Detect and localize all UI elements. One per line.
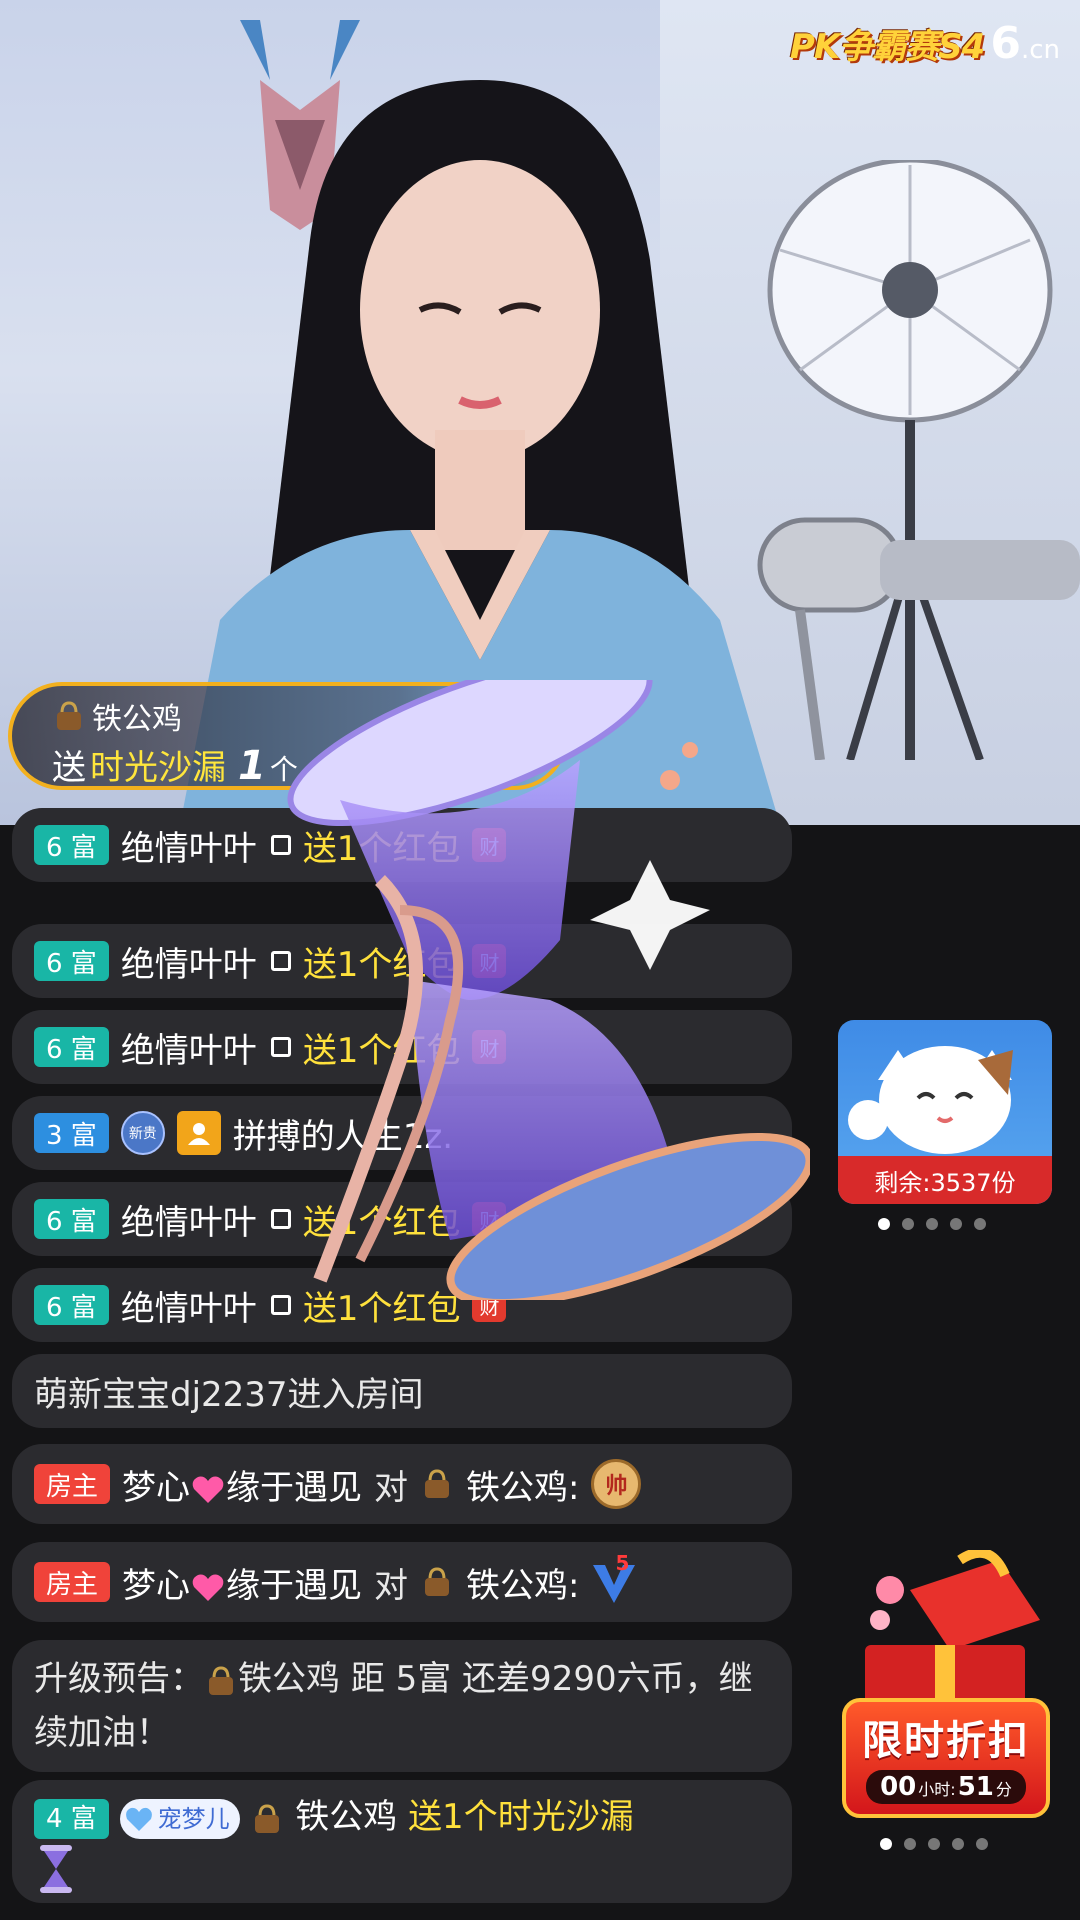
chat-target-user[interactable]: 铁公鸡: xyxy=(466,1558,579,1607)
chat-message: 6 富 绝情叶叶 送1个红包 财 xyxy=(12,1010,792,1084)
rich-level-badge: 6 富 xyxy=(34,1027,109,1067)
square-icon xyxy=(270,1295,291,1315)
bag-icon xyxy=(425,1567,450,1596)
chat-username[interactable]: 绝情叶叶 xyxy=(121,1195,257,1244)
rich-level-badge: 6 富 xyxy=(34,941,109,981)
pager-dot[interactable] xyxy=(902,1218,914,1230)
chat-message: 6 富 绝情叶叶 送1个红包 财 xyxy=(12,1268,792,1342)
chat-text: 送1个红包 xyxy=(302,1030,461,1071)
discount-label: 限时折扣 xyxy=(862,1718,1030,1764)
square-icon xyxy=(270,951,291,971)
bag-icon xyxy=(209,1665,233,1695)
chat-username[interactable]: 绝情叶叶 xyxy=(121,821,257,870)
gift-action: 送 xyxy=(52,748,86,788)
chat-text: 送1个时光沙漏 xyxy=(408,1797,634,1837)
chat-message: 房主 梦心 缘于遇见 对 铁公鸡: 帅 xyxy=(12,1444,792,1524)
chat-username[interactable]: 绝情叶叶 xyxy=(121,937,257,986)
chat-text: 送1个红包 xyxy=(302,1202,461,1243)
host-badge: 房主 xyxy=(34,1562,111,1602)
chat-target-user[interactable]: 铁公鸡: xyxy=(466,1460,579,1509)
upgrade-label: 升级预告： xyxy=(34,1659,204,1699)
lucky-cat-icon xyxy=(848,1046,1013,1154)
gift-notification-banner: 铁公鸡 送 时光沙漏 1 个 xyxy=(8,682,568,790)
v5-emote-icon: 5 xyxy=(591,1551,637,1607)
heart-icon xyxy=(192,1476,224,1503)
hourglass-gift-icon xyxy=(40,1844,72,1893)
gift-sender-name: 铁公鸡 xyxy=(92,702,182,737)
rich-level-badge: 6 富 xyxy=(34,825,109,865)
rich-level-badge: 6 富 xyxy=(34,1285,109,1325)
chat-text: 送1个红包 xyxy=(302,944,461,985)
chat-username[interactable]: 梦心 缘于遇见 xyxy=(122,1460,362,1509)
chat-message: 房主 梦心 缘于遇见 对 铁公鸡: 5 xyxy=(12,1542,792,1622)
chat-username[interactable]: 梦心 缘于遇见 xyxy=(122,1558,362,1607)
live-video[interactable]: PK争霸赛S4 6.cn 铁公鸡 送 时光沙漏 1 个 xyxy=(0,0,1080,825)
chat-username[interactable]: 绝情叶叶 xyxy=(121,1023,257,1072)
pager-dot[interactable] xyxy=(974,1218,986,1230)
square-icon xyxy=(270,1037,291,1057)
site-logo-text: 6.cn xyxy=(990,18,1060,69)
system-message: 萌新宝宝dj2237进入房间 xyxy=(12,1354,792,1428)
pager-dot[interactable] xyxy=(926,1218,938,1230)
pager-dot[interactable] xyxy=(904,1838,916,1850)
red-packet-icon: 财 xyxy=(472,828,507,862)
pk-event-logo: PK争霸赛S4 xyxy=(789,27,985,67)
lucky-cat-pager[interactable] xyxy=(878,1218,986,1230)
gift-name: 时光沙漏 xyxy=(90,748,226,788)
chat-username[interactable]: 铁公鸡 xyxy=(295,1797,397,1837)
rich-level-badge: 6 富 xyxy=(34,1199,109,1239)
rich-level-badge: 4 富 xyxy=(34,1798,109,1839)
pager-dot[interactable] xyxy=(950,1218,962,1230)
lucky-cat-activity[interactable]: 剩余:3537份 xyxy=(838,1020,1052,1204)
gift-count: 1 xyxy=(238,743,266,789)
red-packet-icon: 财 xyxy=(472,944,507,978)
chat-message: 4 富 宠梦儿 铁公鸡 送1个时光沙漏 xyxy=(12,1780,792,1903)
square-icon xyxy=(270,835,291,855)
bag-icon xyxy=(57,701,81,730)
site-logo: PK争霸赛S4 6.cn xyxy=(790,18,1060,69)
pager-dot[interactable] xyxy=(976,1838,988,1850)
bag-icon xyxy=(255,1803,280,1833)
pet-heart-icon xyxy=(125,1807,152,1831)
square-icon xyxy=(270,1209,291,1229)
discount-countdown: 00 小时: 51 分 xyxy=(866,1770,1026,1804)
pager-dot[interactable] xyxy=(880,1838,892,1850)
red-packet-icon: 财 xyxy=(472,1288,507,1322)
pet-badge: 宠梦儿 xyxy=(119,1798,240,1839)
room-entry-text: 萌新宝宝dj2237进入房间 xyxy=(34,1374,424,1415)
pager-dot[interactable] xyxy=(928,1838,940,1850)
microphone xyxy=(757,517,1080,760)
host-badge: 房主 xyxy=(34,1464,111,1504)
chat-text: 送1个红包 xyxy=(302,828,461,869)
chat-text: 送1个红包 xyxy=(302,1288,461,1329)
user-avatar-icon xyxy=(176,1111,221,1155)
remaining-count: 剩余:3537份 xyxy=(838,1156,1052,1204)
chat-message: 6 富 绝情叶叶 送1个红包 财 xyxy=(12,1182,792,1256)
pager-dot[interactable] xyxy=(952,1838,964,1850)
gift-unit: 个 xyxy=(269,753,298,786)
discount-pager[interactable] xyxy=(880,1838,988,1850)
chat-verb: 对 xyxy=(374,1467,409,1508)
chat-username[interactable]: 拼搏的人生1z. xyxy=(233,1109,453,1158)
chat-message: 6 富 绝情叶叶 送1个红包 财 xyxy=(12,808,792,882)
chat-message: 6 富 绝情叶叶 送1个红包 财 xyxy=(12,924,792,998)
chess-emote-icon: 帅 xyxy=(591,1459,642,1509)
new-noble-badge: 新贵 xyxy=(120,1111,165,1155)
red-packet-icon: 财 xyxy=(472,1030,507,1064)
chat-verb: 对 xyxy=(374,1565,409,1606)
bag-icon xyxy=(425,1469,450,1498)
red-packet-icon: 财 xyxy=(472,1202,507,1236)
pager-dot[interactable] xyxy=(878,1218,890,1230)
chat-message: 3 富 新贵 拼搏的人生1z. xyxy=(12,1096,792,1170)
upgrade-notice: 升级预告： 铁公鸡 距 5富 还差9290六币，继续加油！ xyxy=(12,1640,792,1772)
upgrade-user[interactable]: 铁公鸡 xyxy=(238,1659,340,1699)
limited-discount-button[interactable]: 限时折扣 00 小时: 51 分 xyxy=(842,1698,1050,1818)
heart-icon xyxy=(192,1574,224,1601)
chat-username[interactable]: 绝情叶叶 xyxy=(121,1281,257,1330)
rich-level-badge: 3 富 xyxy=(34,1113,109,1153)
